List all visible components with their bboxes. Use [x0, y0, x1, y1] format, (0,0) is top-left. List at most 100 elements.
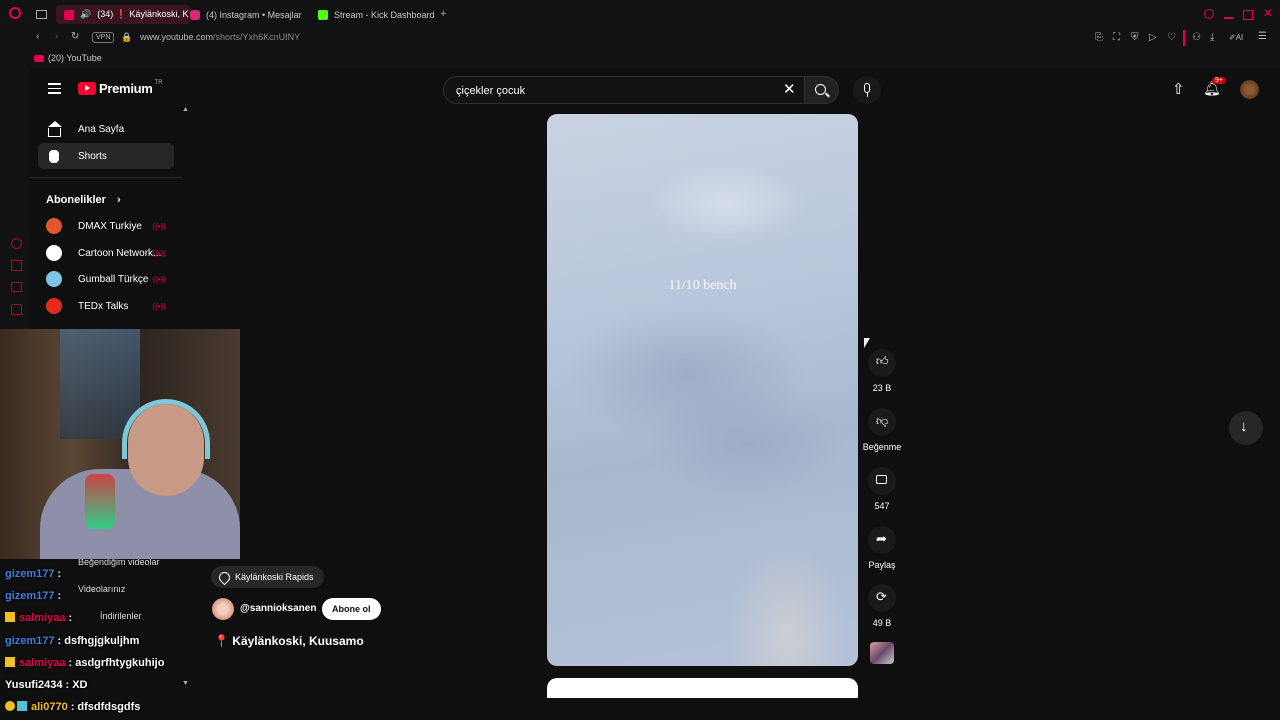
forward-icon[interactable]: › [55, 31, 58, 42]
sidebar-item-shorts[interactable]: Shorts [38, 143, 174, 169]
url-path: /shorts/Yxh6KcnUINY [213, 32, 301, 42]
mouse-cursor-icon [864, 338, 870, 348]
heart-icon[interactable]: ♡ [1167, 32, 1176, 43]
chat-username: gizem177 [5, 635, 55, 647]
chat-text: : asdgrfhtygkuhijo [68, 657, 165, 669]
sidebar-item-label: Shorts [78, 150, 107, 162]
account-avatar[interactable] [1240, 80, 1259, 99]
new-tab-button[interactable]: + [440, 8, 446, 20]
channel-avatar [46, 298, 62, 314]
search-tabs-icon[interactable] [1204, 9, 1214, 19]
channel-name: Cartoon Network... [78, 247, 162, 259]
tab-instagram[interactable]: (4) Instagram • Mesajlar [182, 5, 310, 24]
channel-avatar [46, 271, 62, 287]
pinboard-icon[interactable] [11, 260, 22, 271]
notification-badge: 9+ [1212, 77, 1226, 84]
share-button[interactable]: ➦ [868, 526, 896, 554]
tab-label: (4) Instagram • Mesajlar [206, 9, 302, 20]
download-icon[interactable]: ⤓ [1210, 32, 1214, 43]
close-window-button[interactable]: ✕ [1263, 6, 1273, 20]
location-label: Käylänkoski Rapids [235, 572, 314, 582]
profile-icon[interactable]: ⚇ [1192, 32, 1201, 43]
sidebar-item-tedx[interactable]: TEDx Talks ((•)) [38, 293, 174, 319]
comments-button[interactable] [868, 467, 896, 495]
snapshot-icon[interactable]: ⛶ [1113, 32, 1120, 43]
ai-button[interactable]: ✐AI [1229, 33, 1243, 42]
notifications-button[interactable]: 🔔︎ 9+ [1203, 77, 1226, 98]
remix-button[interactable]: ⟳ [868, 584, 896, 612]
sidebar-item-downloads[interactable]: İndirilenler [100, 611, 142, 621]
menu-icon[interactable]: ☰ [1258, 31, 1267, 42]
search-input[interactable] [454, 82, 778, 100]
reload-icon[interactable]: ↻ [71, 31, 79, 42]
live-indicator-icon: ((•)) [152, 274, 166, 284]
tab-kick[interactable]: Stream - Kick Dashboard [310, 5, 443, 24]
bookmark-youtube[interactable]: (20) YouTube [34, 53, 102, 63]
workspaces-icon[interactable] [36, 10, 47, 19]
location-chip[interactable]: Käylänkoski Rapids [211, 566, 324, 588]
next-short-button[interactable]: ↓ [1229, 411, 1263, 445]
short-video-player[interactable]: 11/10 bench [547, 114, 858, 666]
search-box[interactable] [443, 76, 805, 104]
sidebar-scroll-down-icon[interactable]: ▼ [182, 680, 189, 687]
like-count: 23 B [872, 383, 892, 393]
tab-youtube[interactable]: 🔊 (34) ❗ Käylänkoski, K [56, 5, 190, 24]
subscriptions-header[interactable]: Abonelikler › [46, 194, 121, 206]
play-icon[interactable]: ▷ [1149, 32, 1157, 43]
chat-username: gizem177 [5, 590, 55, 602]
sidebar-item-gumball[interactable]: Gumball Türkçe ((•)) [38, 266, 174, 292]
logo-region: TR [154, 79, 163, 86]
sound-thumbnail[interactable] [870, 642, 894, 664]
chat-message: gizem177: [5, 590, 61, 602]
sidebar-item-home[interactable]: Ana Sayfa [38, 116, 174, 142]
hamburger-menu-icon[interactable] [48, 83, 61, 94]
extensions-icon[interactable] [11, 304, 22, 315]
comment-icon [876, 475, 887, 484]
sidebar-item-cartoon-network[interactable]: Cartoon Network... ((•)) [38, 240, 174, 266]
shield-icon[interactable]: ⛨ [1131, 32, 1139, 43]
thumbs-down-icon: 👎︎ [876, 414, 889, 428]
bookmarks-bar: (20) YouTube [0, 50, 1280, 68]
upload-icon[interactable]: ⇧ [1172, 80, 1185, 98]
comment-count: 547 [874, 501, 890, 511]
opera-logo-icon[interactable] [9, 7, 21, 19]
sidebar-item-dmax[interactable]: DMAX Turkiye ((•)) [38, 213, 174, 239]
chat-text: : [68, 612, 73, 624]
channel-avatar[interactable] [212, 598, 234, 620]
back-icon[interactable]: ‹ [36, 31, 39, 42]
location-pin-icon [216, 569, 233, 585]
history-icon[interactable] [11, 238, 22, 249]
voice-search-button[interactable] [853, 76, 881, 104]
chat-text: : [57, 590, 62, 602]
divider [1183, 30, 1185, 46]
url-host: www.youtube.com [140, 32, 214, 42]
chat-username: Yusufi2434 [5, 679, 63, 691]
sidebar-scroll-up-icon[interactable]: ▲ [182, 106, 189, 113]
maximize-button[interactable] [1243, 10, 1253, 20]
minimize-button[interactable] [1224, 17, 1233, 19]
chat-message: Yusufi2434: XD [5, 679, 87, 691]
browser-tab-bar: 🔊 (34) ❗ Käylänkoski, K (4) Instagram • … [0, 0, 1280, 28]
sidebar-item-label: Ana Sayfa [78, 123, 125, 135]
youtube-premium-logo[interactable]: Premium TR [78, 79, 163, 96]
youtube-favicon-icon [64, 9, 74, 20]
chat-text: : dsfhgjgkuljhm [57, 635, 140, 647]
bookmark-icon[interactable]: ⎘ [1095, 32, 1103, 43]
remix-icon: ⟳ [876, 589, 887, 604]
chat-message: ali0770: dfsdfdsgdfs [5, 701, 140, 713]
messenger-icon[interactable] [11, 282, 22, 292]
subscribe-button[interactable]: Abone ol [322, 598, 381, 620]
subscriptions-title: Abonelikler [46, 194, 106, 206]
microphone [85, 474, 115, 529]
chat-message: salmiyaa: asdgrfhtygkuhijo [5, 657, 164, 669]
url-field[interactable]: www.youtube.com/shorts/Yxh6KcnUINY [140, 32, 300, 42]
like-button[interactable]: 👍︎ [868, 349, 896, 377]
chat-username: salmiyaa [19, 612, 66, 624]
dislike-button[interactable]: 👎︎ [868, 408, 896, 436]
logo-text: Premium [99, 81, 153, 96]
channel-handle[interactable]: @sannioksanen [240, 603, 316, 614]
sidebar-item-your-videos[interactable]: Videolarınız [78, 584, 125, 594]
search-button[interactable] [805, 76, 839, 104]
vpn-badge[interactable]: VPN [92, 32, 115, 43]
clear-search-icon[interactable]: ✕ [783, 80, 796, 98]
